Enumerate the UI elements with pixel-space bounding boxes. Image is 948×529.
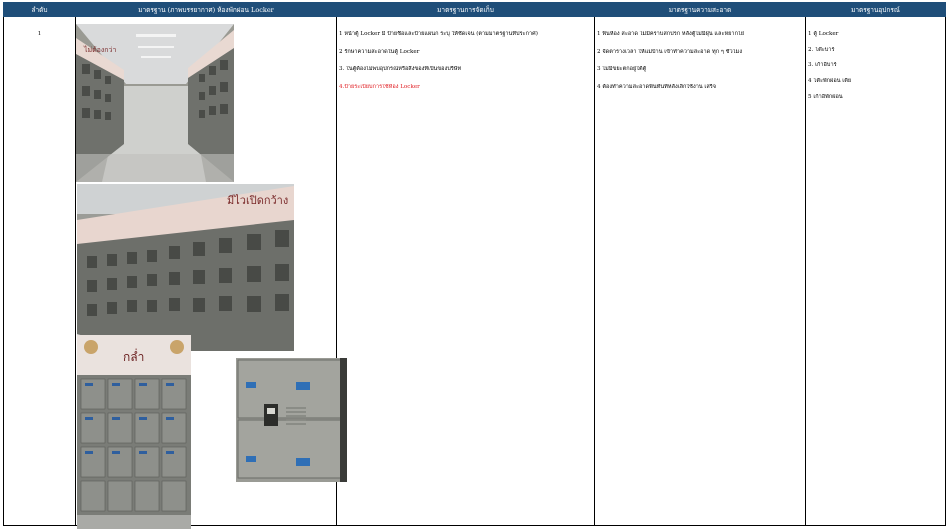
header-clean-standard: มาตรฐานความสะอาด <box>594 2 806 17</box>
locker-sign-text: ไม่ต้องกว่า <box>83 45 116 54</box>
locker-door-detail-photo <box>236 358 347 482</box>
storage-item-highlight: 4.ป้ายระเบียบการใช้ห้อง Locker <box>339 84 420 91</box>
locker-aisle-photo: ไม่ต้องกว่า <box>76 24 234 182</box>
equipment-item: 4 โต๊ะพักผ่อน เตี้ย <box>808 78 852 85</box>
storage-item: 2 รักษาความสะอาดในตู้ Locker <box>339 48 420 55</box>
cell-photos: ไม่ต้องกว่า มีไวเปิดกว้าง กล่ำ <box>75 16 347 529</box>
cell-clean-standard: 1 พื้นห้อง สะอาด ไม่มีคราบสกปรก หลังตู้ไ… <box>594 16 806 526</box>
header-row: ลำดับ มาตรฐาน (ภาพบรรยากาศ) ห้องพักผ่อน … <box>3 2 946 17</box>
equipment-item: 2. โต๊ะบาร์ <box>808 46 835 53</box>
table-row: 1 ไม่ต้องกว่า มีไวเปิดกว้าง กล่ำ 1 หน้าต… <box>3 16 946 529</box>
header-seq: ลำดับ <box>3 2 76 17</box>
equipment-item: 1 ตู้ Locker <box>808 31 839 37</box>
locker-closeup-photo: กล่ำ <box>77 335 191 529</box>
locker-row-angle-photo: มีไวเปิดกว้าง <box>77 184 294 351</box>
clean-item: 3 ไม่มีขยะตกอยู่ใต้ตู้ <box>597 66 647 73</box>
equipment-item: 3. เก้าอี้บาร์ <box>808 62 837 69</box>
equipment-item: 5 เก้าอี้พักผ่อน <box>808 93 843 100</box>
header-image-standard: มาตรฐาน (ภาพบรรยากาศ) ห้องพักผ่อน Locker <box>75 2 337 17</box>
locker-sign-text: มีไวเปิดกว้าง <box>227 194 288 207</box>
header-storage-standard: มาตรฐานการจัดเก็บ <box>336 2 595 17</box>
cell-equipment-standard: 1 ตู้ Locker 2. โต๊ะบาร์ 3. เก้าอี้บาร์ … <box>805 16 946 526</box>
document-page: ลำดับ มาตรฐาน (ภาพบรรยากาศ) ห้องพักผ่อน … <box>0 0 948 529</box>
cell-seq: 1 <box>3 16 76 526</box>
locker-standard-table: ลำดับ มาตรฐาน (ภาพบรรยากาศ) ห้องพักผ่อน … <box>3 2 946 529</box>
clean-item: 4 ต้องทำความสะอาดพื้นทันทีหลังเลิกใช้งาน… <box>597 84 717 91</box>
clean-item: 2 จัดตารางเวลา ให้แม่บ้าน เข้าทำความสะอา… <box>597 48 743 55</box>
clean-item: 1 พื้นห้อง สะอาด ไม่มีคราบสกปรก หลังตู้ไ… <box>597 31 745 37</box>
header-equipment-standard: มาตรฐานอุปกรณ์ <box>805 2 946 17</box>
storage-item: 3. ในตู้ต้องไม่พบอุปกรณ์หรือสิ่งของที่เป… <box>339 66 462 73</box>
row-number: 1 <box>37 31 42 37</box>
locker-sign-text: กล่ำ <box>123 348 144 364</box>
storage-item: 1 หน้าตู้ Locker มี ป้ายชื่อและป้ายแผนก … <box>339 31 538 37</box>
cell-storage-standard: 1 หน้าตู้ Locker มี ป้ายชื่อและป้ายแผนก … <box>336 16 595 526</box>
